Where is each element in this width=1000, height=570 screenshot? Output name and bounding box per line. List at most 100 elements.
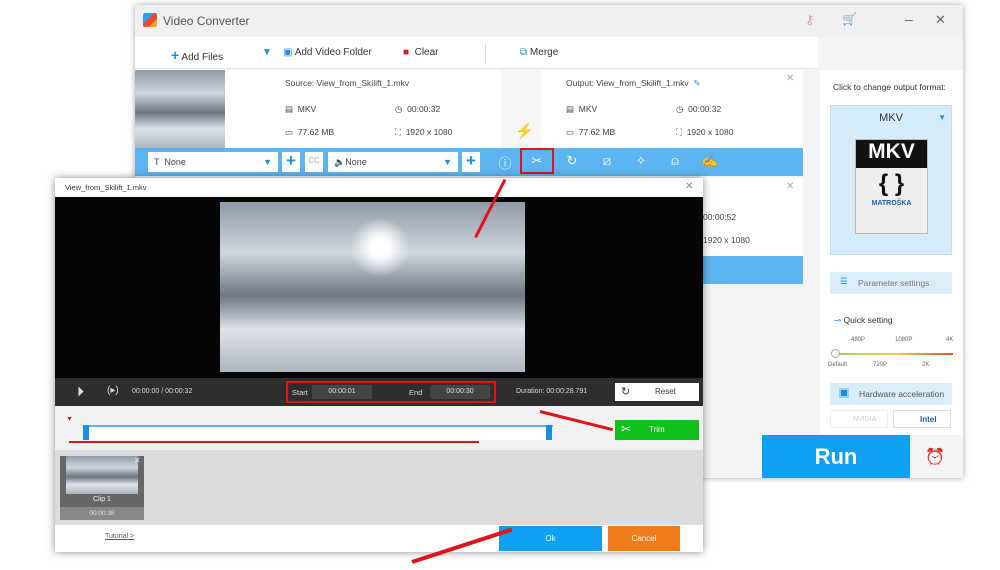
play-button[interactable]: ⏵ xyxy=(77,383,84,400)
add-subtitle-button[interactable]: + xyxy=(282,152,300,172)
audio-value: None xyxy=(345,157,367,167)
out-format: ▤ MKV xyxy=(566,104,598,114)
edit-pencil-icon[interactable]: ✎ xyxy=(693,78,700,88)
crop-icon[interactable]: ⧄ xyxy=(598,153,616,169)
merge-icon: ⧉ xyxy=(520,47,528,58)
tutorial-link[interactable]: Tutorial > xyxy=(105,533,134,540)
tick-480p: 480P xyxy=(851,337,866,343)
remove-file-icon[interactable]: ✕ xyxy=(786,181,794,192)
title-bar: Video Converter ⚷ 🛒 – ✕ xyxy=(135,5,963,37)
effects-wand-icon[interactable]: ✧ xyxy=(632,153,650,169)
output-panel: Click to change output format: MKV ▼ MKV… xyxy=(820,70,963,435)
src-size: ▭ 77.62 MB xyxy=(285,127,335,137)
hw-label: Hardware acceleration xyxy=(859,389,945,399)
clip-thumbnail xyxy=(66,456,138,494)
clip-remove-icon[interactable]: ✕ xyxy=(134,456,141,465)
end-time-input[interactable]: 00:00:30 xyxy=(430,385,490,399)
trim-start-handle[interactable] xyxy=(83,425,89,440)
playhead-marker[interactable]: ▼ xyxy=(66,416,73,423)
out-size-text: 77.62 MB xyxy=(578,127,616,137)
cc-button[interactable]: CC xyxy=(305,152,323,172)
trim-end-handle[interactable] xyxy=(546,425,552,440)
duration-readout: Duration: 00:00:28.791 xyxy=(516,388,587,395)
mkv-logo: MKV { } MATROŠKA xyxy=(855,139,928,234)
source-name: Source: View_from_Skilift_1.mkv xyxy=(285,78,410,88)
run-button[interactable]: Run xyxy=(762,435,910,478)
annotation-underline xyxy=(69,441,479,443)
cancel-button[interactable]: Cancel xyxy=(608,526,680,551)
subtitle-value: None xyxy=(164,157,186,167)
refresh-icon: ↻ xyxy=(621,386,631,398)
chevron-down-icon: ▼ xyxy=(263,157,272,167)
playback-controls: ⏵ (▸) 00:00:00 / 00:00:32 Start 00:00:01… xyxy=(55,378,703,406)
output-format-hint: Click to change output format: xyxy=(833,82,946,92)
reset-button[interactable]: ↻ Reset xyxy=(615,383,699,401)
scissors-icon: ✂ xyxy=(621,422,632,436)
src-resolution-text: 1920 x 1080 xyxy=(405,127,453,137)
output-format-selector[interactable]: MKV ▼ MKV { } MATROŠKA xyxy=(830,105,952,255)
subtitle-edit-icon[interactable]: ✍ xyxy=(701,153,719,169)
src-resolution: ⛶ 1920 x 1080 xyxy=(395,127,453,137)
app-logo-icon xyxy=(143,13,157,27)
merge-button[interactable]: ⧉ Merge xyxy=(520,47,558,58)
quick-setting: ⊸ Quick setting xyxy=(834,315,893,326)
nvidia-option[interactable]: NVIDIA xyxy=(830,410,888,428)
src-format: ▤ MKV xyxy=(285,104,317,114)
watermark-stamp-icon[interactable]: ⍝ xyxy=(666,153,684,169)
dropdown-arrow-icon[interactable]: ▼ xyxy=(262,47,272,58)
quality-slider[interactable] xyxy=(833,353,953,355)
parameter-settings-button[interactable]: ☰ Parameter settings xyxy=(830,272,952,294)
hardware-acceleration-toggle[interactable]: Hardware acceleration xyxy=(830,383,952,405)
folder-icon: ▣ xyxy=(283,47,293,58)
add-audio-button[interactable]: + xyxy=(462,152,480,172)
add-video-folder-button[interactable]: ▣ Add Video Folder xyxy=(283,47,372,58)
add-files-button[interactable]: + Add Files xyxy=(171,47,223,63)
alarm-clock-icon[interactable]: ⏰ xyxy=(925,447,945,467)
close-button[interactable]: ✕ xyxy=(935,12,946,28)
tick-2k: 2K xyxy=(922,362,930,368)
trash-icon: ■ xyxy=(403,47,410,58)
audio-select[interactable]: 🔈None ▼ xyxy=(328,152,458,172)
info-icon[interactable]: ⓘ xyxy=(496,153,514,172)
end-label: End xyxy=(409,388,423,397)
trim-scissors-button[interactable]: ✂ xyxy=(520,148,554,174)
dialog-title: View_from_Skilift_1.mkv xyxy=(65,183,147,192)
start-label: Start xyxy=(292,388,308,397)
chip-icon xyxy=(839,388,849,398)
trim-range[interactable] xyxy=(83,425,553,440)
quick-label: Quick setting xyxy=(843,315,893,325)
intel-option[interactable]: Intel xyxy=(893,410,951,428)
step-play-button[interactable]: (▸) xyxy=(107,385,119,396)
clip-item[interactable]: ✕ Clip 1 00:00:38 xyxy=(60,456,144,520)
add-files-label: Add Files xyxy=(181,52,224,63)
src-format-text: MKV xyxy=(297,104,317,114)
clips-area: ✕ Clip 1 00:00:38 xyxy=(55,450,703,525)
quality-slider-handle[interactable] xyxy=(831,349,840,358)
add-folder-label: Add Video Folder xyxy=(294,47,372,58)
subtitle-select[interactable]: T None ▼ xyxy=(148,152,278,172)
start-time-input[interactable]: 00:00:01 xyxy=(312,385,372,399)
rotate-icon[interactable]: ↻ xyxy=(563,153,581,169)
out-resolution-text: 1920 x 1080 xyxy=(686,127,734,137)
clear-label: Clear xyxy=(414,47,439,58)
trim-label: Trim xyxy=(649,425,665,434)
format-name: MKV xyxy=(879,112,903,124)
toolbar: + Add Files ▼ ▣ Add Video Folder ■ Clear… xyxy=(135,37,818,69)
key-icon[interactable]: ⚷ xyxy=(805,12,815,28)
clear-button[interactable]: ■ Clear xyxy=(403,47,439,58)
reset-label: Reset xyxy=(655,387,676,396)
cart-icon[interactable]: 🛒 xyxy=(842,12,857,26)
dialog-close-button[interactable]: ✕ xyxy=(685,181,693,192)
param-label: Parameter settings xyxy=(858,278,930,288)
time-readout: 00:00:00 / 00:00:32 xyxy=(132,388,193,395)
chevron-down-icon: ▼ xyxy=(443,157,452,167)
clip-name: Clip 1 xyxy=(93,496,111,503)
trim-button[interactable]: ✂ Trim xyxy=(615,420,699,440)
ok-button[interactable]: Ok xyxy=(499,526,602,551)
output-name-text: Output: View_from_Skilift_1.mkv xyxy=(566,78,689,88)
minimize-button[interactable]: – xyxy=(905,11,913,27)
file2-resolution: 1920 x 1080 xyxy=(703,235,750,245)
remove-file-icon[interactable]: ✕ xyxy=(786,73,794,84)
video-thumbnail[interactable] xyxy=(135,70,225,148)
current-time: 00:00:00 xyxy=(132,388,160,395)
